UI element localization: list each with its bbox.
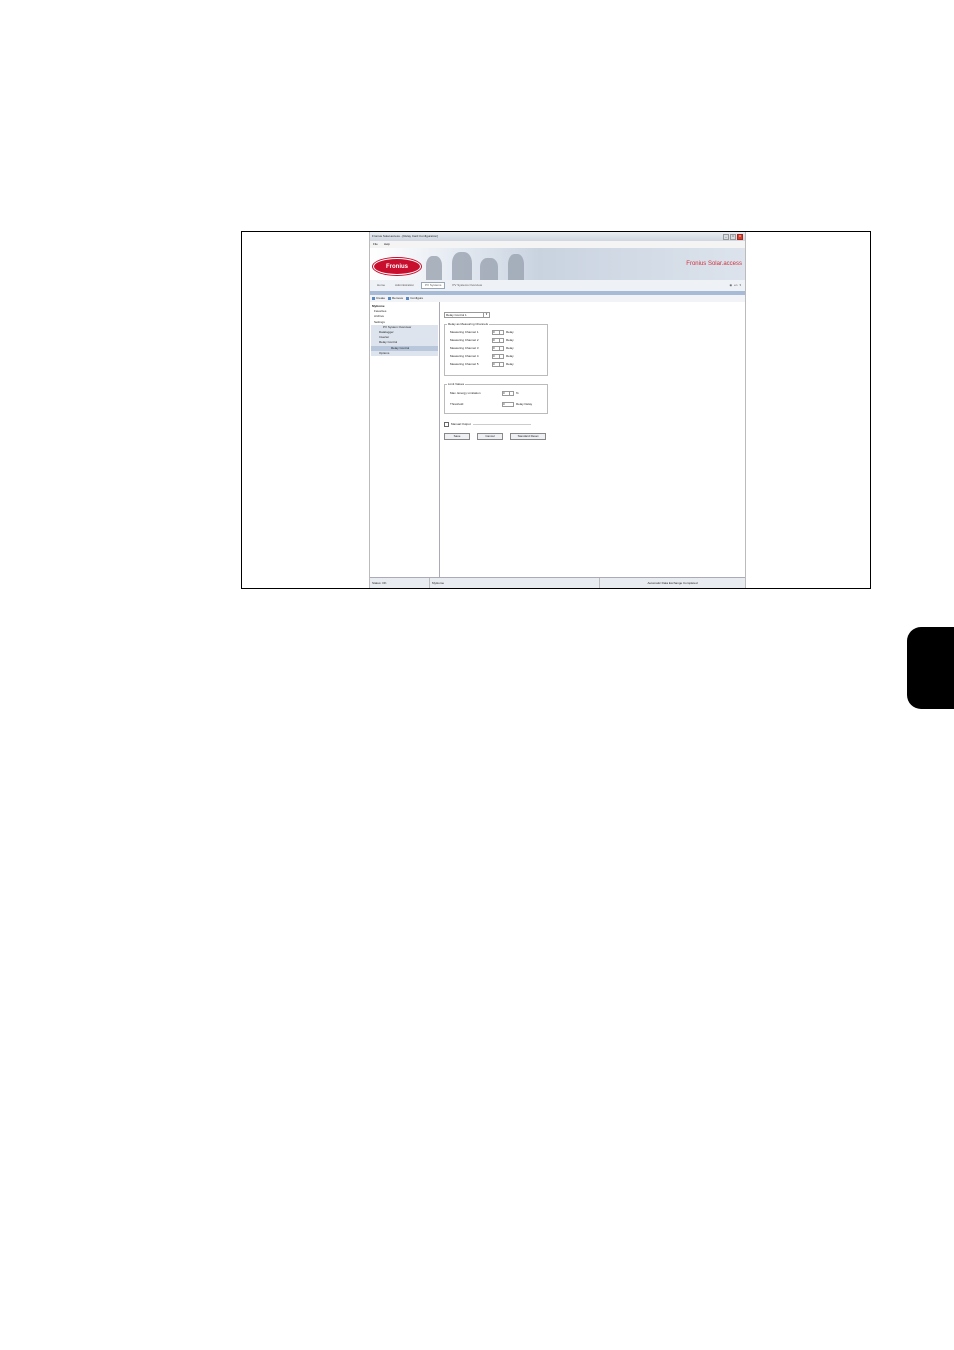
limit-field[interactable]: 0 [502, 402, 514, 407]
channel-label: Measuring Channel 3 [450, 346, 479, 350]
channel-value: 0 [493, 338, 495, 342]
divider [472, 424, 531, 425]
tree-item-options[interactable]: Options [371, 350, 438, 356]
channel-stepper[interactable]: 0 [492, 346, 504, 351]
relay-select[interactable]: Relay Control 1 ▾ [444, 312, 490, 318]
page-section-tab [907, 627, 954, 709]
channel-row: Measuring Channel 2 0 Relay [450, 338, 514, 343]
channel-unit: Relay [506, 362, 514, 366]
title-bar: Fronius Solar.access - [Relay Card Confi… [370, 232, 745, 241]
globe-icon: ◉ [729, 283, 733, 287]
status-middle: MyHome [430, 578, 600, 588]
checkbox-box [444, 422, 449, 427]
maximize-button[interactable]: □ [730, 233, 736, 240]
chevron-down-icon: ▾ [739, 283, 741, 287]
limit-label: Max. Energy Limitation [450, 391, 481, 395]
tab-pv-systems-overview[interactable]: PV Systems Overview [449, 283, 485, 288]
tab-pv-systems[interactable]: PV Systems [421, 282, 446, 289]
channel-stepper[interactable]: 0 [492, 338, 504, 343]
measuring-channels-group: Relay as Measuring Channels Measuring Ch… [444, 322, 548, 376]
remove-label: Remove [392, 296, 404, 300]
configure-label: Configure [410, 296, 424, 300]
channel-value: 0 [493, 354, 495, 358]
channel-stepper[interactable]: 0 [492, 354, 504, 359]
channel-label: Measuring Channel 5 [450, 362, 479, 366]
create-label: Create [376, 296, 386, 300]
limit-values-group: Limit Values Max. Energy Limitation 0 % … [444, 382, 548, 414]
channel-label: Measuring Channel 1 [450, 330, 479, 334]
logo-text: Fronius [386, 263, 408, 270]
status-left: Status: OK [370, 578, 430, 588]
settings-panel: Relay Control 1 ▾ Relay as Measuring Cha… [440, 302, 745, 578]
manual-output-checkbox[interactable]: Manual Output [444, 422, 531, 427]
limit-unit: % [516, 391, 519, 395]
configure-icon [406, 297, 410, 300]
chevron-down-icon: ▾ [483, 313, 489, 317]
channel-label: Measuring Channel 4 [450, 354, 479, 358]
channel-stepper[interactable]: 0 [492, 330, 504, 335]
limit-stepper[interactable]: 0 [502, 391, 514, 396]
limit-label: Threshold [450, 402, 464, 406]
save-button[interactable]: Save [444, 433, 470, 440]
limit-group-title: Limit Values [447, 382, 466, 386]
standard-reset-button[interactable]: Standard Reset [510, 433, 546, 440]
create-icon [372, 297, 375, 300]
limit-value: 0 [503, 391, 505, 395]
limit-value: 0 [503, 402, 505, 406]
app-window: Fronius Solar.access - [Relay Card Confi… [369, 232, 746, 588]
channel-unit: Relay [506, 330, 514, 334]
limit-row: Max. Energy Limitation 0 % [450, 391, 519, 396]
channel-unit: Relay [506, 338, 514, 342]
configure-button[interactable]: Configure [406, 297, 423, 300]
cancel-button[interactable]: Cancel [477, 433, 503, 440]
language-selector[interactable]: ◉ en ▾ [730, 284, 741, 287]
fronius-logo: Fronius [373, 258, 421, 275]
channel-row: Measuring Channel 4 0 Relay [450, 354, 514, 359]
menu-help[interactable]: Help [384, 243, 390, 246]
minimize-button[interactable]: _ [723, 233, 729, 240]
channel-row: Measuring Channel 3 0 Relay [450, 346, 514, 351]
measuring-group-title: Relay as Measuring Channels [447, 322, 490, 326]
limit-row: Threshold 0 Relay Delay [450, 402, 532, 407]
channel-unit: Relay [506, 346, 514, 350]
status-right: Automatic Data Exchange Completed [647, 580, 698, 585]
remove-icon [388, 297, 392, 300]
channel-stepper[interactable]: 0 [492, 362, 504, 367]
close-button[interactable]: X [737, 233, 743, 240]
main-area: MyHome Favorites Archive Settings PV Sys… [370, 302, 745, 578]
tab-home[interactable]: Home [374, 283, 388, 288]
channel-value: 0 [493, 330, 495, 334]
window-title: Fronius Solar.access - [Relay Card Confi… [372, 235, 438, 238]
toolbar: Create Remove Configure [370, 295, 745, 302]
limit-unit: Relay Delay [516, 402, 533, 406]
brand-title: Fronius Solar.access [686, 261, 742, 267]
checkbox-label: Manual Output [451, 422, 471, 426]
navigation-tree: MyHome Favorites Archive Settings PV Sys… [370, 302, 440, 578]
channel-row: Measuring Channel 1 0 Relay [450, 330, 514, 335]
status-bar: Status: OK MyHome Automatic Data Exchang… [370, 577, 745, 588]
channel-label: Measuring Channel 2 [450, 338, 479, 342]
channel-value: 0 [493, 362, 495, 366]
create-button[interactable]: Create [372, 297, 385, 300]
language-value: en [734, 283, 738, 287]
menu-bar: File Help [370, 241, 745, 248]
relay-select-value: Relay Control 1 [446, 312, 467, 317]
tab-administration[interactable]: Administration [392, 283, 417, 288]
channel-row: Measuring Channel 5 0 Relay [450, 362, 514, 367]
banner-people-image [422, 250, 532, 280]
channel-value: 0 [493, 346, 495, 350]
channel-unit: Relay [506, 354, 514, 358]
menu-file[interactable]: File [373, 243, 378, 246]
nav-tabs: Home Administration PV Systems PV System… [370, 280, 745, 291]
remove-button[interactable]: Remove [388, 297, 403, 300]
header-banner: Fronius Fronius Solar.access [370, 248, 745, 280]
